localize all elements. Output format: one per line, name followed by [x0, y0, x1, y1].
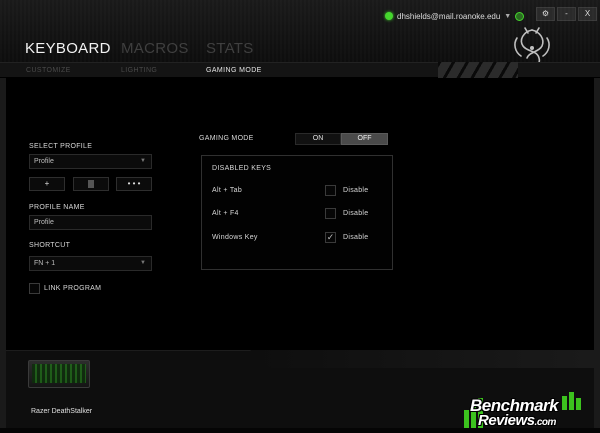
disable-label: Disable — [343, 187, 369, 194]
profile-name-label: PROFILE NAME — [29, 204, 85, 211]
caret-down-icon[interactable]: ▼ — [504, 13, 511, 20]
subtab-lighting[interactable]: LIGHTING — [121, 67, 157, 74]
select-profile-label: SELECT PROFILE — [29, 143, 93, 150]
account-email: dhshields@mail.roanoke.edu — [397, 11, 501, 21]
disabled-key-name: Alt + Tab — [212, 187, 243, 194]
shortcut-label: SHORTCUT — [29, 242, 71, 249]
disable-alt-tab-checkbox[interactable] — [325, 185, 336, 196]
decorative-stripes — [438, 62, 518, 78]
watermark-line2: Reviews.com — [478, 412, 556, 429]
device-name: Razer DeathStalker — [31, 408, 93, 415]
app-header: KEYBOARD MACROS STATS dhshields@mail.roa… — [0, 0, 600, 68]
tab-keyboard[interactable]: KEYBOARD — [25, 40, 111, 57]
trash-icon — [88, 180, 94, 188]
subtab-customize[interactable]: CUSTOMIZE — [26, 67, 71, 74]
link-program-checkbox[interactable] — [29, 283, 40, 294]
link-program-label: LINK PROGRAM — [44, 285, 102, 292]
tab-macros[interactable]: MACROS — [121, 40, 189, 57]
disable-label: Disable — [343, 210, 369, 217]
disable-label: Disable — [343, 234, 369, 241]
settings-button[interactable]: ⚙ — [536, 7, 555, 21]
right-rail — [594, 78, 600, 428]
delete-profile-button[interactable] — [73, 177, 109, 191]
close-button[interactable]: X — [578, 7, 597, 21]
chevron-down-icon: ▼ — [140, 260, 146, 266]
synapse-window: KEYBOARD MACROS STATS dhshields@mail.roa… — [0, 0, 600, 433]
disable-windows-key-checkbox[interactable]: ✓ — [325, 232, 336, 243]
footer-decoration — [250, 350, 594, 368]
keyboard-device-icon[interactable] — [28, 360, 90, 388]
gaming-mode-label: GAMING MODE — [199, 135, 254, 142]
disabled-key-name: Windows Key — [212, 234, 258, 241]
gaming-mode-on-button[interactable]: ON — [295, 133, 341, 145]
account-menu[interactable]: dhshields@mail.roanoke.edu ▼ — [385, 9, 525, 23]
profile-dropdown-value: Profile — [34, 158, 54, 165]
disable-alt-f4-checkbox[interactable] — [325, 208, 336, 219]
more-options-button[interactable]: • • • — [116, 177, 152, 191]
shortcut-dropdown-value: FN + 1 — [34, 260, 56, 267]
tab-stats[interactable]: STATS — [206, 40, 254, 57]
subtab-gaming-mode[interactable]: GAMING MODE — [206, 67, 262, 74]
window-controls: ⚙ - X — [536, 7, 597, 21]
disabled-keys-title: DISABLED KEYS — [212, 165, 272, 172]
chevron-down-icon: ▼ — [140, 158, 146, 164]
shortcut-dropdown[interactable]: FN + 1 ▼ — [29, 256, 152, 271]
online-status-icon — [385, 12, 393, 20]
disabled-key-name: Alt + F4 — [212, 210, 239, 217]
minimize-button[interactable]: - — [557, 7, 576, 21]
profile-dropdown[interactable]: Profile ▼ — [29, 154, 152, 169]
sync-icon[interactable] — [515, 11, 525, 21]
checkmark-icon: ✓ — [326, 232, 335, 242]
add-profile-button[interactable]: + — [29, 177, 65, 191]
profile-name-input[interactable]: Profile — [29, 215, 152, 230]
gaming-mode-off-button[interactable]: OFF — [341, 133, 388, 145]
